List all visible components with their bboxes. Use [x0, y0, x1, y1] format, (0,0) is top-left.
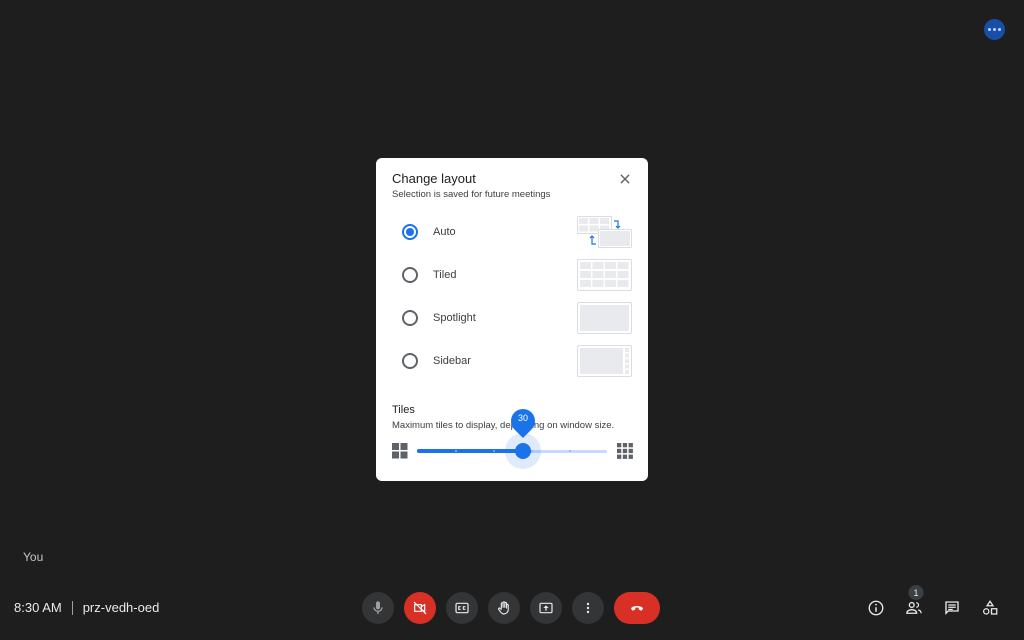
close-icon — [620, 174, 630, 184]
option-label: Tiled — [433, 269, 457, 281]
side-panel-controls: 1 — [864, 585, 1002, 620]
camera-button[interactable] — [404, 592, 436, 624]
people-button[interactable]: 1 — [902, 585, 926, 620]
layout-option-spotlight[interactable]: Spotlight — [402, 302, 632, 334]
close-button[interactable] — [616, 170, 634, 188]
tiles-description: Maximum tiles to display, depending on w… — [392, 420, 615, 431]
layout-option-auto[interactable]: Auto — [402, 216, 632, 248]
layout-option-sidebar[interactable]: Sidebar — [402, 345, 632, 377]
more-options-top-button[interactable] — [984, 19, 1005, 40]
more-options-button[interactable] — [572, 592, 604, 624]
tiles-slider-row: 30 — [392, 404, 636, 469]
chat-icon — [945, 601, 959, 615]
slider-value-label: 30 — [518, 413, 529, 423]
tiled-layout-preview — [577, 259, 632, 291]
option-label: Spotlight — [433, 312, 476, 324]
mic-button[interactable] — [362, 592, 394, 624]
change-layout-dialog: Change layout Selection is saved for fut… — [376, 158, 648, 481]
grid-large-icon — [617, 443, 633, 459]
participants-badge: 1 — [908, 585, 924, 600]
hand-icon — [498, 601, 509, 615]
closed-caption-icon — [455, 602, 469, 614]
info-icon — [868, 600, 884, 616]
radio-tiled[interactable] — [402, 267, 418, 283]
meeting-info-button[interactable] — [864, 596, 888, 620]
raise-hand-button[interactable] — [488, 592, 520, 624]
captions-button[interactable] — [446, 592, 478, 624]
dialog-title: Change layout — [392, 171, 476, 186]
slider-tick — [455, 450, 457, 452]
slider-tick — [569, 450, 571, 452]
dialog-subtitle: Selection is saved for future meetings — [392, 189, 551, 200]
auto-layout-preview — [577, 216, 632, 248]
sidebar-layout-preview — [577, 345, 632, 377]
option-label: Auto — [433, 226, 456, 238]
dot — [993, 28, 996, 31]
dot — [998, 28, 1001, 31]
slider-tick — [493, 450, 495, 452]
present-to-all-icon — [539, 602, 553, 614]
end-call-button[interactable] — [614, 592, 660, 624]
meeting-stage: You 8:30 AM prz-vedh-oed 1 Change layout… — [0, 0, 1024, 640]
divider — [71, 600, 73, 615]
people-icon — [906, 601, 922, 614]
videocam-off-icon — [413, 601, 427, 615]
self-tile-label: You — [23, 550, 44, 564]
chat-button[interactable] — [940, 596, 964, 620]
call-end-icon — [631, 606, 643, 611]
option-label: Sidebar — [433, 355, 471, 367]
dot — [988, 28, 991, 31]
radio-auto[interactable] — [402, 224, 418, 240]
spotlight-layout-preview — [577, 302, 632, 334]
more-vert-icon — [586, 602, 590, 614]
shapes-icon — [982, 600, 998, 615]
mic-icon — [373, 601, 383, 614]
layout-option-tiled[interactable]: Tiled — [402, 259, 632, 291]
activities-button[interactable] — [978, 596, 1002, 620]
tiles-slider-handle[interactable] — [515, 443, 532, 459]
meeting-time: 8:30 AM — [14, 600, 62, 615]
meeting-details: 8:30 AM prz-vedh-oed — [14, 600, 159, 615]
radio-sidebar[interactable] — [402, 353, 418, 369]
radio-spotlight[interactable] — [402, 310, 418, 326]
tiles-heading: Tiles — [392, 404, 415, 416]
meeting-code: prz-vedh-oed — [82, 600, 160, 615]
present-button[interactable] — [530, 592, 562, 624]
grid-small-icon — [392, 443, 408, 459]
call-controls — [362, 592, 660, 624]
